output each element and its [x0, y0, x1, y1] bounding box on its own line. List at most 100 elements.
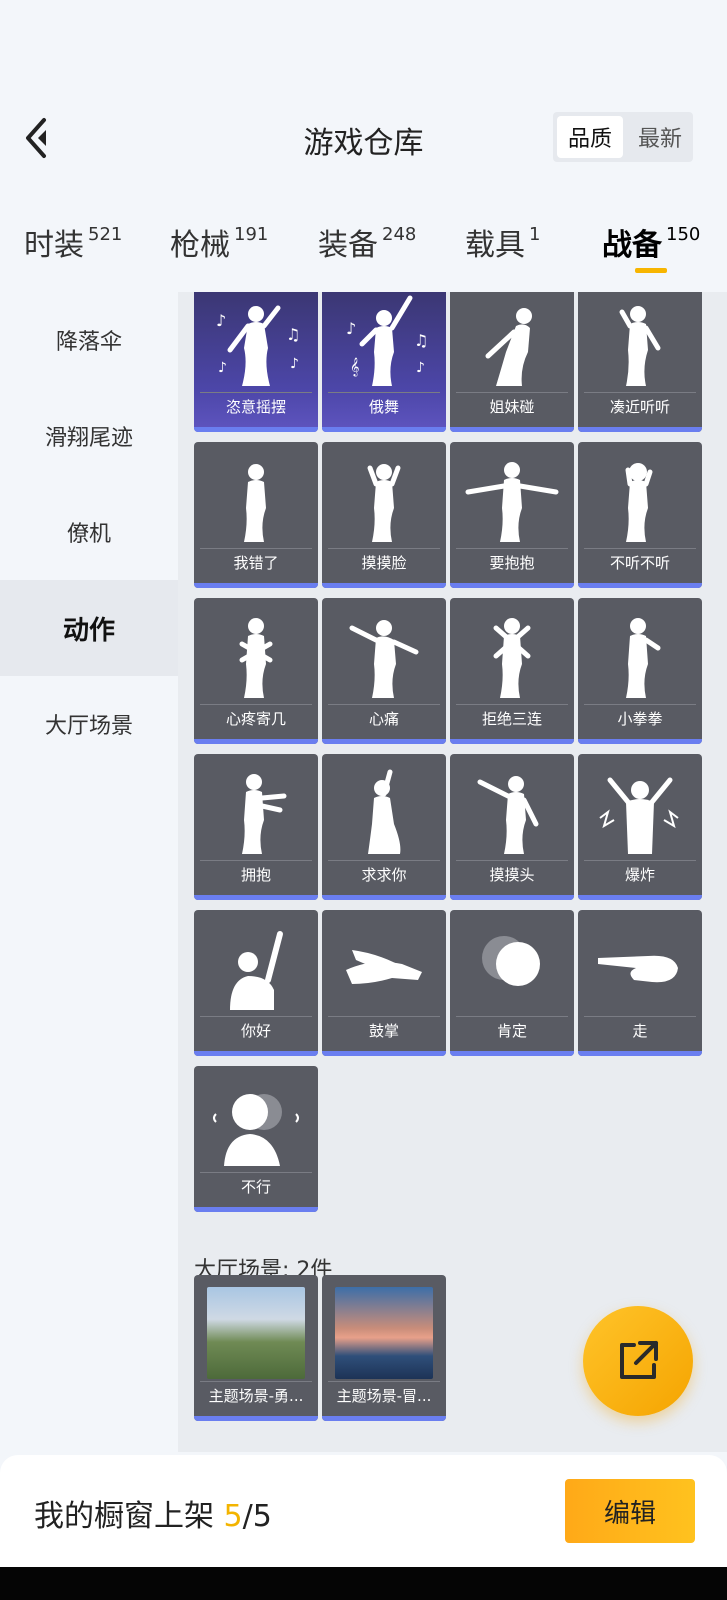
share-button[interactable]	[583, 1306, 693, 1416]
rarity-bar	[194, 427, 318, 432]
svg-text:𝄞: 𝄞	[350, 357, 359, 377]
tab-fashion[interactable]: 时装 521	[24, 220, 122, 280]
emote-label: 你好	[240, 1022, 271, 1040]
figure-cover-ears-icon	[578, 442, 702, 548]
tab-count: 1	[529, 224, 541, 245]
svg-text:♪: ♪	[216, 311, 226, 330]
showcase-current-count: 5	[223, 1499, 243, 1534]
figure-hug-open-icon	[450, 442, 574, 548]
emote-card[interactable]: 心痛	[322, 598, 446, 744]
item-grid: ♪ ♫ ♪ ♪ 恣意摇摆 ♪ ♫ 𝄞 ♪ 俄舞 姐妹碰 凑近听听 我错了 摸摸脸…	[178, 292, 727, 1452]
emote-card[interactable]: 我错了	[194, 442, 318, 588]
divider	[456, 392, 568, 393]
divider	[200, 1381, 312, 1382]
emote-card[interactable]: 爆炸	[578, 754, 702, 900]
emote-label: 俄舞	[368, 398, 399, 416]
emote-label: 不听不听	[609, 554, 670, 572]
rarity-bar	[194, 739, 318, 744]
sort-newest-option[interactable]: 最新	[627, 112, 693, 162]
sidebar-item-wingman[interactable]: 僚机	[0, 484, 178, 580]
emote-card[interactable]: 摸摸头	[450, 754, 574, 900]
sidebar-item-label: 降落伞	[55, 330, 122, 355]
emote-card[interactable]: 不听不听	[578, 442, 702, 588]
emote-card[interactable]: 不行	[194, 1066, 318, 1212]
emote-label: 拥抱	[240, 866, 271, 884]
scene-thumbnail	[207, 1287, 305, 1379]
tab-count: 521	[88, 224, 123, 245]
emote-card[interactable]: ♪ ♫ ♪ ♪ 恣意摇摆	[194, 292, 318, 432]
emote-label: 恣意摇摆	[225, 398, 286, 416]
emote-label: 不行	[240, 1178, 271, 1196]
system-nav-bar	[0, 1567, 727, 1600]
edit-button[interactable]: 编辑	[565, 1479, 695, 1543]
divider	[584, 1016, 696, 1017]
rarity-bar	[194, 583, 318, 588]
divider	[200, 1016, 312, 1017]
scene-card[interactable]: 主题场景-冒...	[322, 1275, 446, 1421]
emote-card[interactable]: 要抱抱	[450, 442, 574, 588]
emote-card[interactable]: 拒绝三连	[450, 598, 574, 744]
emote-card[interactable]: 拥抱	[194, 754, 318, 900]
sidebar-item-label: 动作	[62, 615, 115, 646]
divider	[456, 704, 568, 705]
share-icon	[620, 1341, 658, 1379]
tab-label: 战备	[602, 228, 662, 263]
rarity-bar	[450, 1051, 574, 1056]
showcase-total-count: 5	[252, 1499, 272, 1534]
figure-self-hug-icon	[194, 598, 318, 704]
scene-card[interactable]: 主题场景-勇...	[194, 1275, 318, 1421]
rarity-bar	[578, 895, 702, 900]
figure-pat-head-icon	[450, 754, 574, 860]
sort-toggle: 品质 最新	[553, 112, 693, 162]
sidebar-item-parachute[interactable]: 降落伞	[0, 292, 178, 388]
emote-card[interactable]: 你好	[194, 910, 318, 1056]
tab-vehicles[interactable]: 载具 1	[465, 220, 540, 280]
emote-card[interactable]: ♪ ♫ 𝄞 ♪ 俄舞	[322, 292, 446, 432]
active-tab-indicator	[635, 268, 667, 273]
figure-beg-icon	[322, 754, 446, 860]
rarity-bar	[194, 1416, 318, 1421]
emote-label: 摸摸头	[489, 866, 535, 884]
divider	[200, 1172, 312, 1173]
figure-sorry-icon	[194, 442, 318, 548]
svg-text:♪: ♪	[416, 360, 425, 376]
figure-embrace-icon	[194, 754, 318, 860]
sidebar-item-glide-trail[interactable]: 滑翔尾迹	[0, 388, 178, 484]
rarity-bar	[194, 1051, 318, 1056]
emote-card[interactable]: 心疼寄几	[194, 598, 318, 744]
clap-hands-icon	[322, 910, 446, 1016]
tab-firearms[interactable]: 枪械 191	[170, 220, 268, 280]
head-shake-icon	[194, 1066, 318, 1172]
emote-label: 姐妹碰	[489, 398, 535, 416]
sidebar-item-lobby-scene[interactable]: 大厅场景	[0, 676, 178, 772]
figure-wave-icon	[194, 910, 318, 1016]
emote-card[interactable]: 小拳拳	[578, 598, 702, 744]
rarity-bar	[578, 583, 702, 588]
emote-label: 走	[632, 1022, 648, 1040]
divider	[456, 1016, 568, 1017]
showcase-status: 我的橱窗上架 5/5	[34, 1491, 272, 1535]
svg-text:♫: ♫	[286, 325, 300, 344]
emote-label: 鼓掌	[368, 1022, 399, 1040]
divider	[328, 860, 440, 861]
emote-card[interactable]: 求求你	[322, 754, 446, 900]
emote-card[interactable]: 摸摸脸	[322, 442, 446, 588]
emote-card[interactable]: 姐妹碰	[450, 292, 574, 432]
divider	[200, 392, 312, 393]
svg-text:♪: ♪	[218, 360, 227, 376]
showcase-separator: /	[242, 1499, 253, 1534]
divider	[328, 1016, 440, 1017]
divider	[328, 548, 440, 549]
emote-card[interactable]: 走	[578, 910, 702, 1056]
divider	[328, 704, 440, 705]
rarity-bar	[450, 427, 574, 432]
rarity-bar	[450, 583, 574, 588]
sidebar-item-emotes[interactable]: 动作	[0, 580, 178, 676]
emote-label: 小拳拳	[617, 710, 663, 728]
emote-card[interactable]: 肯定	[450, 910, 574, 1056]
emote-card[interactable]: 鼓掌	[322, 910, 446, 1056]
divider	[200, 860, 312, 861]
emote-card[interactable]: 凑近听听	[578, 292, 702, 432]
tab-equipment[interactable]: 装备 248	[318, 220, 416, 280]
sort-quality-option[interactable]: 品质	[557, 116, 623, 158]
